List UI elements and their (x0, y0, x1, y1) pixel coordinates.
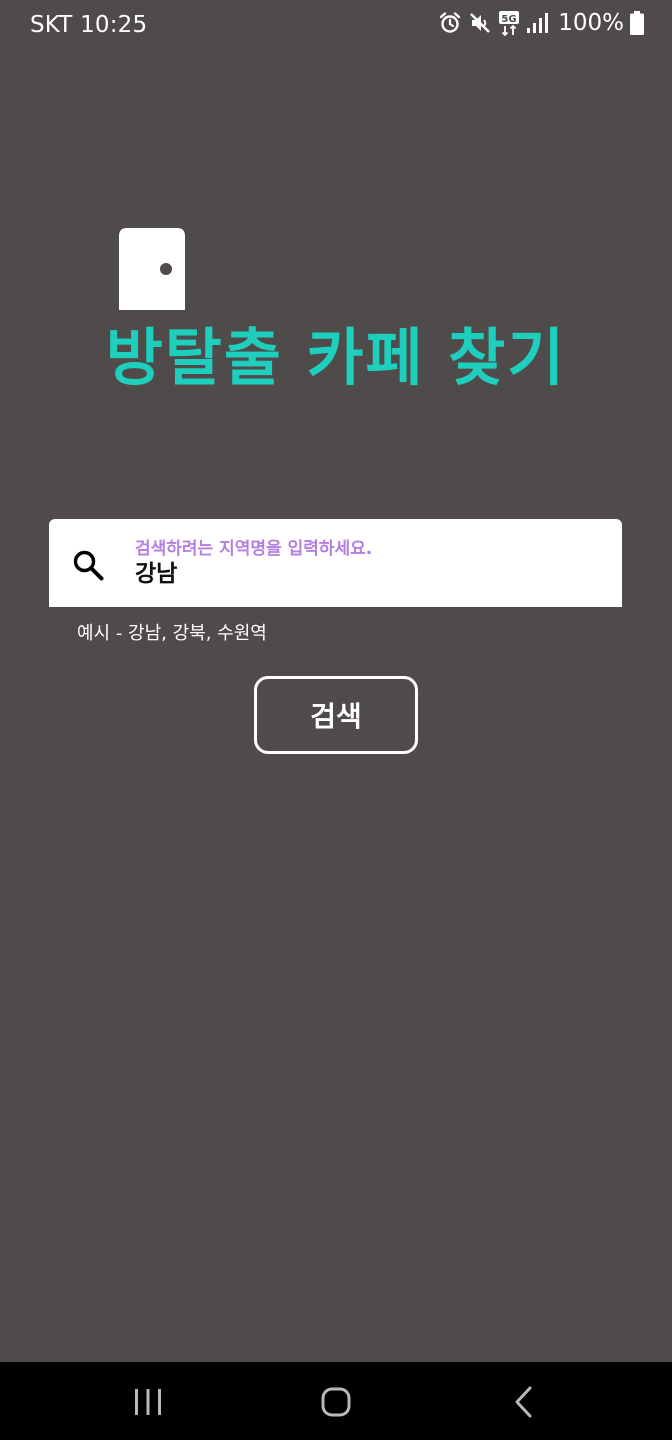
search-helper-text: 예시 - 강남, 강북, 수원역 (77, 623, 267, 644)
home-icon[interactable] (314, 1380, 358, 1424)
status-icons: 5G 100% (438, 10, 644, 36)
network-type-label: 5G (502, 14, 517, 25)
back-icon[interactable] (502, 1380, 546, 1424)
search-button[interactable]: 검색 (254, 676, 418, 754)
status-carrier-time: SKT 10:25 (30, 12, 147, 38)
navigation-bar (0, 1362, 672, 1440)
clock: 10:25 (80, 12, 148, 38)
battery-percentage: 100% (558, 10, 624, 36)
mute-icon (468, 11, 492, 35)
app-title: 방탈출 카페 찾기 (105, 321, 567, 394)
carrier-label: SKT (30, 12, 73, 38)
battery-icon (630, 11, 644, 35)
5g-icon: 5G (498, 10, 520, 36)
status-bar: SKT 10:25 5G 100% (0, 0, 672, 52)
recent-apps-icon[interactable] (126, 1380, 170, 1424)
alarm-icon (438, 11, 462, 35)
door-icon (119, 228, 185, 310)
search-field-label: 검색하려는 지역명을 입력하세요. (135, 539, 373, 559)
search-icon (72, 549, 104, 581)
signal-icon (526, 12, 549, 34)
search-input[interactable] (135, 558, 595, 584)
